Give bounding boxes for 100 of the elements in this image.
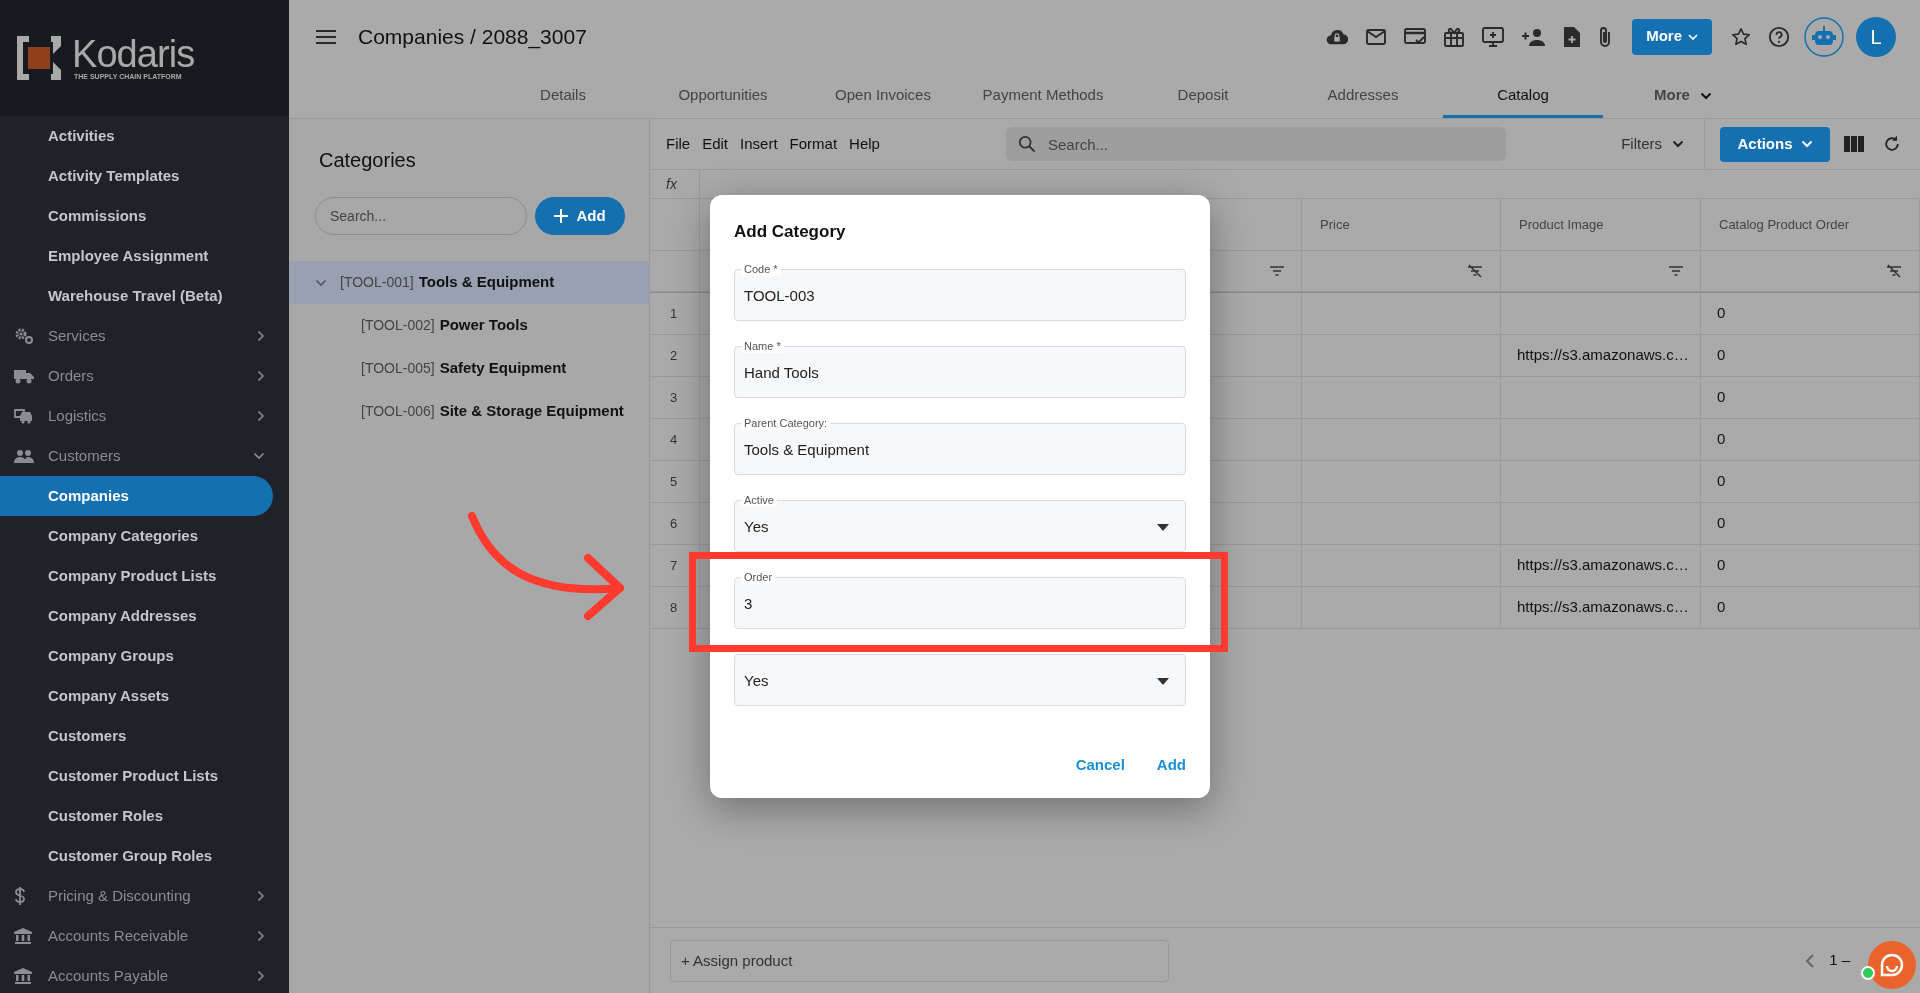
paperclip-icon[interactable] bbox=[1598, 25, 1613, 48]
columns-icon[interactable] bbox=[1844, 136, 1864, 152]
help-icon[interactable] bbox=[1768, 25, 1790, 48]
tab[interactable]: Payment Methods bbox=[963, 73, 1123, 118]
bank-icon bbox=[14, 928, 32, 944]
chevron-down-icon bbox=[1688, 33, 1698, 40]
filter-icon[interactable] bbox=[1668, 265, 1684, 277]
column-header[interactable]: Price bbox=[1302, 199, 1501, 251]
page-title: Companies / 2088_3007 bbox=[358, 23, 587, 51]
dialog-title: Add Category bbox=[734, 221, 847, 243]
actions-button[interactable]: Actions bbox=[1720, 126, 1830, 162]
row-number: 1 bbox=[650, 293, 700, 335]
sidebar-item[interactable]: Customers bbox=[0, 436, 281, 476]
cancel-button[interactable]: Cancel bbox=[1075, 753, 1125, 776]
dropdown-caret-icon bbox=[1157, 524, 1169, 531]
row-number: 5 bbox=[650, 461, 700, 503]
sidebar-item[interactable]: Company Groups bbox=[0, 636, 281, 676]
table-cell: https://s3.amazonaws.c… bbox=[1501, 587, 1701, 629]
menu-item[interactable]: File bbox=[666, 132, 691, 156]
people-icon bbox=[14, 449, 34, 463]
gift-icon[interactable] bbox=[1444, 26, 1465, 47]
dropdown-caret-icon bbox=[1157, 678, 1169, 685]
search-field[interactable]: Search... bbox=[315, 197, 527, 235]
sidebar-item[interactable]: Company Addresses bbox=[0, 596, 281, 636]
dollar-icon bbox=[14, 887, 26, 905]
tab[interactable]: Deposit bbox=[1123, 73, 1283, 118]
filter-off-icon[interactable] bbox=[1885, 264, 1903, 278]
more-button[interactable]: More bbox=[1632, 18, 1712, 55]
sidebar-item[interactable]: Accounts Payable bbox=[0, 956, 281, 993]
row-number: 4 bbox=[650, 419, 700, 461]
tree-item[interactable]: [TOOL-001] Tools & Equipment bbox=[289, 261, 649, 304]
sidebar-item[interactable]: Companies bbox=[0, 476, 273, 516]
sidebar-item[interactable]: Accounts Receivable bbox=[0, 916, 281, 956]
menu-item[interactable]: Insert bbox=[740, 132, 778, 156]
sidebar-item[interactable]: Activity Templates bbox=[0, 156, 281, 196]
more-tab[interactable]: More bbox=[1603, 73, 1763, 118]
table-cell: 0 bbox=[1701, 419, 1920, 461]
table-cell: 0 bbox=[1701, 587, 1920, 629]
monitor-plus-icon[interactable] bbox=[1482, 26, 1505, 47]
logo-icon bbox=[17, 36, 61, 80]
filter-icon[interactable] bbox=[1269, 265, 1285, 277]
sidebar-item[interactable]: Employee Assignment bbox=[0, 236, 281, 276]
row-number: 7 bbox=[650, 545, 700, 587]
sidebar-item[interactable]: Customer Roles bbox=[0, 796, 281, 836]
car-icon bbox=[14, 408, 34, 424]
search-field[interactable]: Search... bbox=[1006, 127, 1506, 161]
sidebar-item[interactable]: Commissions bbox=[0, 196, 281, 236]
tab[interactable]: Details bbox=[483, 73, 643, 118]
menu-item[interactable]: Format bbox=[789, 132, 838, 156]
sidebar-item[interactable]: Warehouse Travel (Beta) bbox=[0, 276, 281, 316]
sidebar-item[interactable]: Pricing & Discounting bbox=[0, 876, 281, 916]
table-cell: 0 bbox=[1701, 293, 1920, 335]
sidebar-item[interactable]: Customer Group Roles bbox=[0, 836, 281, 876]
sidebar-item[interactable]: Company Product Lists bbox=[0, 556, 281, 596]
cloud-lock-icon[interactable] bbox=[1326, 27, 1349, 46]
row-number: 2 bbox=[650, 335, 700, 377]
chevron-down-icon bbox=[315, 278, 327, 287]
tab[interactable]: Open Invoices bbox=[803, 73, 963, 118]
chevron-down-icon bbox=[1800, 140, 1813, 148]
sidebar-item[interactable]: Services bbox=[0, 316, 281, 356]
star-icon[interactable] bbox=[1730, 25, 1752, 48]
sidebar-item[interactable]: Customer Product Lists bbox=[0, 756, 281, 796]
table-cell: 0 bbox=[1701, 461, 1920, 503]
refresh-icon[interactable] bbox=[1882, 134, 1902, 154]
menu-icon[interactable] bbox=[316, 29, 336, 44]
row-number: 3 bbox=[650, 377, 700, 419]
assign-product-field[interactable]: + Assign product bbox=[670, 939, 1169, 982]
sidebar-item[interactable]: Company Assets bbox=[0, 676, 281, 716]
table-cell: 0 bbox=[1701, 503, 1920, 545]
tab[interactable]: Opportunities bbox=[643, 73, 803, 118]
sidebar-item[interactable]: Activities bbox=[0, 116, 281, 156]
menu-item[interactable]: Edit bbox=[702, 132, 729, 156]
plus-icon bbox=[554, 209, 569, 223]
menu-item[interactable]: Help bbox=[849, 132, 880, 156]
chevron-down-icon bbox=[1672, 140, 1684, 148]
user-avatar[interactable]: L bbox=[1856, 16, 1896, 57]
filter-off-icon[interactable] bbox=[1466, 264, 1484, 278]
file-plus-icon[interactable] bbox=[1564, 26, 1581, 47]
add-button[interactable]: Add bbox=[535, 197, 625, 235]
gear-icon bbox=[14, 327, 34, 345]
filters-dropdown[interactable]: Filters bbox=[1621, 132, 1684, 156]
previous-page-icon[interactable] bbox=[1805, 952, 1816, 969]
table-cell: https://s3.amazonaws.c… bbox=[1501, 545, 1701, 587]
column-header[interactable]: Product Image bbox=[1501, 199, 1701, 251]
person-add-icon[interactable] bbox=[1522, 27, 1547, 46]
sidebar-item[interactable]: Orders bbox=[0, 356, 281, 396]
card-check-icon[interactable] bbox=[1404, 27, 1427, 46]
select-field[interactable]: Yes bbox=[734, 653, 1186, 706]
sidebar-item[interactable]: Customers bbox=[0, 716, 281, 756]
logo-wordmark: Kodaris bbox=[72, 35, 195, 73]
table-cell: 0 bbox=[1701, 545, 1920, 587]
sidebar-item[interactable]: Company Categories bbox=[0, 516, 281, 556]
sidebar-item[interactable]: Logistics bbox=[0, 396, 281, 436]
search-icon bbox=[1018, 135, 1036, 153]
table-cell: 0 bbox=[1701, 377, 1920, 419]
tab[interactable]: Addresses bbox=[1283, 73, 1443, 118]
add-button[interactable]: Add bbox=[1156, 753, 1186, 776]
column-header[interactable]: Catalog Product Order bbox=[1701, 199, 1920, 251]
formula-label: fx bbox=[666, 174, 677, 194]
mail-icon[interactable] bbox=[1366, 28, 1387, 45]
